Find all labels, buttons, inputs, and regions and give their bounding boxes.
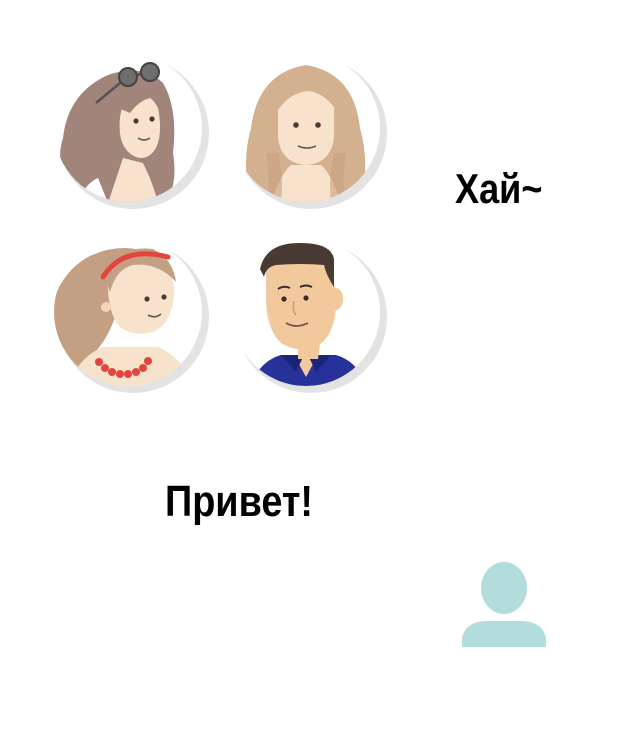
woman-headband-necklace-avatar-icon xyxy=(48,237,218,397)
user-silhouette-icon xyxy=(462,561,546,647)
greeting-hi-text: Хай~ xyxy=(455,165,543,212)
man-blue-shirt-avatar-icon xyxy=(226,237,396,397)
woman-sunglasses-avatar-icon xyxy=(48,53,218,213)
woman-blonde-avatar-icon xyxy=(226,53,396,213)
greeting-privet-text: Привет! xyxy=(165,477,314,526)
